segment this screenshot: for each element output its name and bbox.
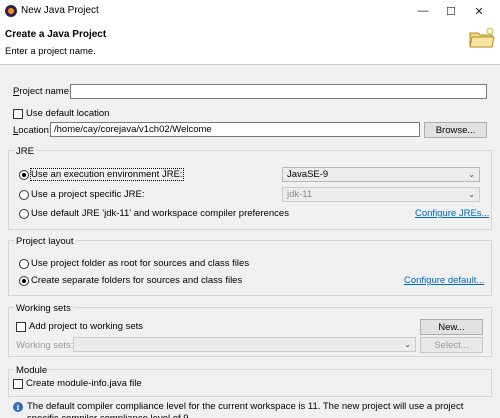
use-default-location-checkbox[interactable]	[13, 109, 23, 119]
minimize-button[interactable]: —	[412, 2, 434, 20]
close-button[interactable]: ✕	[468, 2, 490, 20]
project-name-input[interactable]	[70, 84, 487, 99]
default-jre-radio[interactable]	[19, 209, 29, 219]
location-input[interactable]: /home/cay/corejava/v1ch02/Welcome	[50, 122, 420, 137]
working-sets-combo[interactable]: ⌄	[73, 337, 416, 352]
compliance-info-message: The default compiler compliance level fo…	[27, 401, 464, 418]
exec-env-combo[interactable]: JavaSE-9 ⌄	[282, 167, 480, 182]
use-default-location-label: Use default location	[26, 108, 110, 119]
project-name-label: Project name:	[13, 86, 72, 97]
working-sets-group-label: Working sets	[14, 303, 73, 314]
create-module-info-label: Create module-info.java file	[26, 378, 142, 389]
project-specific-jre-combo[interactable]: jdk-11 ⌄	[282, 187, 480, 202]
page-message: Enter a project name.	[5, 46, 96, 57]
project-layout-group-label: Project layout	[14, 236, 76, 247]
info-icon: i	[13, 402, 23, 412]
new-project-folder-icon	[469, 27, 495, 48]
minimize-icon: —	[417, 5, 429, 17]
separate-folders-label: Create separate folders for sources and …	[31, 275, 243, 286]
working-sets-label: Working sets:	[16, 340, 74, 351]
jre-group-label: JRE	[14, 146, 36, 157]
default-jre-label: Use default JRE 'jdk-11' and workspace c…	[31, 208, 289, 219]
new-working-set-button[interactable]: New...	[420, 319, 483, 335]
configure-default-link[interactable]: Configure default...	[404, 275, 484, 286]
exec-env-value: JavaSE-9	[287, 169, 329, 180]
exec-env-label: Use an execution environment JRE:	[30, 168, 184, 181]
chevron-down-icon: ⌄	[468, 170, 475, 179]
project-specific-jre-radio[interactable]	[19, 190, 29, 200]
module-group-label: Module	[14, 365, 50, 376]
location-label: Location:	[13, 125, 52, 136]
project-root-label: Use project folder as root for sources a…	[31, 258, 250, 269]
maximize-button[interactable]: ☐	[440, 2, 462, 20]
create-module-info-checkbox[interactable]	[13, 379, 23, 389]
browse-button[interactable]: Browse...	[424, 122, 487, 138]
project-specific-jre-label: Use a project specific JRE:	[31, 189, 145, 200]
page-title: Create a Java Project	[5, 29, 107, 40]
maximize-icon: ☐	[446, 5, 456, 18]
project-root-radio[interactable]	[19, 259, 29, 269]
eclipse-icon	[5, 5, 17, 17]
separate-folders-radio[interactable]	[19, 276, 29, 286]
close-icon: ✕	[474, 5, 484, 18]
chevron-down-icon: ⌄	[468, 190, 475, 199]
add-to-working-sets-label: Add project to working sets	[29, 321, 144, 332]
project-specific-jre-value: jdk-11	[287, 189, 313, 200]
chevron-down-icon: ⌄	[404, 340, 411, 349]
add-to-working-sets-checkbox[interactable]	[16, 322, 26, 332]
configure-jres-link[interactable]: Configure JREs...	[415, 208, 489, 219]
window-title: New Java Project	[21, 5, 99, 16]
select-working-sets-button[interactable]: Select...	[420, 337, 483, 353]
exec-env-radio[interactable]	[19, 170, 29, 180]
